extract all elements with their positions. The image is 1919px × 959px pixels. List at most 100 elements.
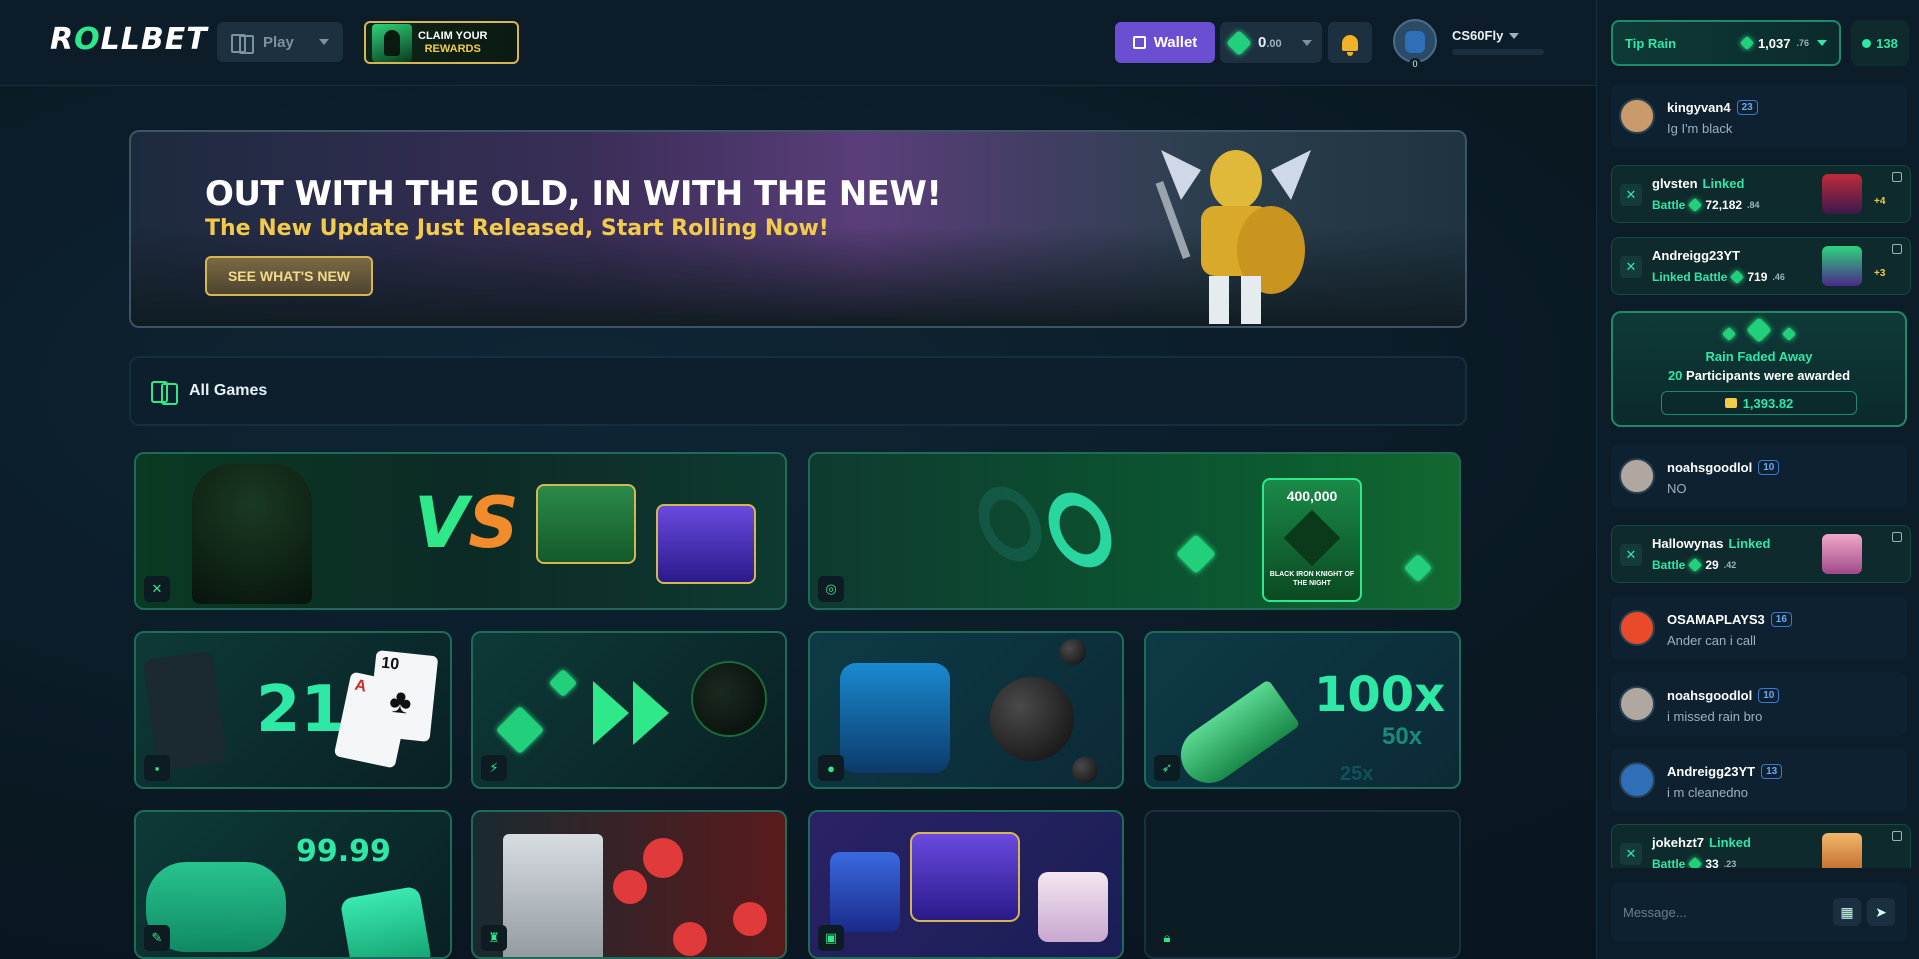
banner-title: OUT WITH THE OLD, IN WITH THE NEW! [205,174,942,214]
pencil-icon: ✎ [144,925,170,951]
claim-rewards-text: CLAIM YOUR REWARDS [418,29,488,55]
avatar[interactable] [1619,686,1655,722]
avatar-level-badge: 0 [1409,58,1421,70]
dice-99-text: 99.99 [296,834,391,869]
pumpkin-image [691,661,767,737]
online-count: 138 [1851,20,1909,66]
card-icon: ▪ [144,755,170,781]
tower-image [503,834,603,957]
vs-text: VS [414,482,519,564]
tip-rain-button[interactable]: Tip Rain 1,037.76 [1611,20,1841,66]
battle-thumbnail [1822,833,1862,868]
level-badge: 23 [1736,100,1758,115]
image-upload-button[interactable]: ▦ [1833,898,1861,926]
cards-icon [231,34,254,54]
gem-icon [1688,856,1703,868]
external-link-icon[interactable] [1892,244,1902,254]
chest-image [830,852,900,932]
game-tile-upgrade[interactable]: ⚡ [471,631,787,789]
chat-message: Andreigg23YT 13 i m cleanedno [1611,748,1907,812]
game-tile-crash[interactable]: 100x 50x 25x ➶ [1144,631,1461,789]
chat-sidebar: Tip Rain 1,037.76 138 kingyvan4 23 Ig I'm… [1596,0,1919,959]
wallet-icon [1132,36,1146,49]
logo[interactable]: ROLLBET [50,22,208,57]
section-title: All Games [189,382,268,399]
bell-icon [1342,34,1358,56]
message-input[interactable] [1623,904,1827,920]
skull-icon [613,870,647,904]
bomb-image [990,677,1074,761]
play-label: Play [263,33,294,51]
chat-messages: kingyvan4 23 Ig I'm black ✕ glvsten Linked… [1597,84,1919,868]
gem-icon [1176,534,1216,574]
avatar[interactable] [1619,458,1655,494]
coin-icon [1724,398,1737,408]
battle-share[interactable]: ✕ jokehzt7 Linked Battle 33.23 [1611,824,1911,868]
game-tile-blackjack[interactable]: 21 A 10 ♣ ▪ [134,631,452,789]
reward-figure-icon [372,23,412,62]
ring-image [965,475,1055,573]
level-badge: 13 [1761,764,1783,779]
dice-image [339,885,433,957]
bomb-image [1060,639,1086,665]
game-tile-mines[interactable]: ● [808,631,1124,789]
battle-share[interactable]: ✕ Andreigg23YT Linked Battle 719.46 +3 [1611,237,1911,295]
battle-share[interactable]: ✕ Hallowynas Linked Battle 29.42 [1611,525,1911,583]
banner-subtitle: The New Update Just Released, Start Roll… [205,216,829,241]
external-link-icon[interactable] [1892,532,1902,542]
game-tile-cases[interactable]: ▣ [808,810,1124,959]
blackjack-21-text: 21 [256,673,346,747]
play-dropdown[interactable]: Play [217,22,343,62]
arrow-right-icon [593,681,629,745]
game-tile-featured[interactable]: 400,000 BLACK IRON KNIGHT OF THE NIGHT ◎ [808,452,1461,610]
chat-message: noahsgoodlol 10 i missed rain bro [1611,672,1907,736]
skull-icon [733,902,767,936]
swords-icon: ✕ [1620,184,1642,206]
chat-message: kingyvan4 23 Ig I'm black [1611,84,1907,148]
skull-icon [673,922,707,956]
notifications-button[interactable] [1328,22,1372,63]
chevron-down-icon [1302,39,1312,46]
xp-progress-bar [1452,49,1544,55]
balance-dropdown[interactable]: 0.00 [1220,22,1322,63]
gem-icon [1403,553,1433,583]
username-dropdown[interactable]: CS60Fly [1452,28,1520,43]
claim-rewards-button[interactable]: CLAIM YOUR REWARDS [364,21,519,64]
avatar[interactable] [1619,98,1655,134]
app-root: ROLLBET Play CLAIM YOUR REWARDS Wallet 0… [0,0,1919,959]
chest-image [910,832,1020,922]
see-whats-new-button[interactable]: SEE WHAT'S NEW [205,256,373,296]
robot-image [840,663,950,773]
gem-icon [548,668,578,698]
avatar[interactable] [1619,762,1655,798]
rain-result-card: Rain Faded Away 20 Participants were awa… [1611,311,1907,427]
game-tile-towers[interactable]: ♜ [471,810,787,959]
wallet-button[interactable]: Wallet [1115,22,1215,63]
chevron-down-icon [1817,40,1827,46]
external-link-icon[interactable] [1892,172,1902,182]
top-bar: ROLLBET Play CLAIM YOUR REWARDS Wallet 0… [0,0,1596,86]
send-button[interactable]: ➤ [1867,898,1895,926]
game-tile-dice[interactable]: 99.99 ✎ [134,810,452,959]
external-link-icon[interactable] [1892,831,1902,841]
coin-icon: ◎ [818,576,844,602]
battle-thumbnail [1822,174,1862,214]
battle-thumbnail [1822,534,1862,574]
gem-icon [1730,269,1745,285]
rocket-image [1169,679,1301,787]
avatar[interactable] [1619,610,1655,646]
cards-icon [151,381,178,405]
battle-share[interactable]: ✕ glvsten Linked Battle 72,182.84 +4 [1611,165,1911,223]
promo-banner: OUT WITH THE OLD, IN WITH THE NEW! The N… [129,130,1467,328]
online-dot-icon [1862,38,1872,48]
tower-icon: ♜ [481,925,507,951]
chevron-down-icon [319,39,329,45]
lock-icon: 🔒︎ [1154,925,1180,951]
rocket-icon: ➶ [1154,755,1180,781]
game-tile-battles[interactable]: VS ✕ [134,452,787,610]
game-tile-locked[interactable]: 🔒︎ [1144,810,1461,959]
gem-icon [1688,557,1703,573]
box-icon: ▣ [818,925,844,951]
balance-value: 0.00 [1258,34,1282,51]
user-avatar[interactable] [1393,19,1437,63]
